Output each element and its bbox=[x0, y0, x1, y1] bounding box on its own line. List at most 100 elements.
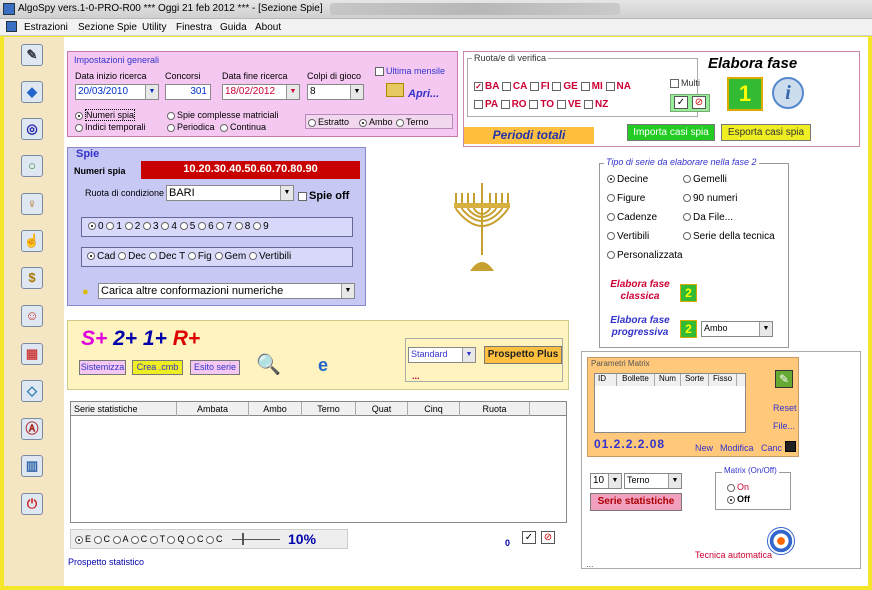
ultima-mensile-checkbox[interactable] bbox=[375, 67, 384, 77]
target-icon[interactable] bbox=[767, 527, 795, 555]
serie-statistiche-button[interactable]: Serie statistiche bbox=[590, 493, 682, 511]
radio-cad[interactable]: Cad bbox=[87, 251, 115, 262]
col-serie[interactable]: Serie statistiche bbox=[71, 402, 177, 416]
prospetto-plus-button[interactable]: Prospetto Plus bbox=[484, 346, 562, 364]
radio-dec-t[interactable]: Dec T bbox=[148, 251, 185, 262]
radio-dot[interactable] bbox=[75, 535, 83, 544]
menu-about[interactable]: About bbox=[255, 22, 281, 33]
radio-digit-8[interactable]: 8 bbox=[234, 221, 250, 232]
radio-serie-tecnica[interactable]: Serie della tecnica bbox=[683, 231, 775, 242]
radio-figure[interactable]: Figure bbox=[607, 193, 645, 204]
save-icon[interactable] bbox=[785, 441, 796, 452]
radio-dot[interactable] bbox=[93, 535, 102, 544]
radio-digit-6[interactable]: 6 bbox=[198, 221, 214, 232]
radio-dot[interactable] bbox=[216, 222, 225, 231]
grid-icon[interactable]: ▦ bbox=[21, 343, 43, 365]
people-icon[interactable]: ☺ bbox=[21, 305, 43, 327]
esporta-casi-spia-button[interactable]: Esporta casi spia bbox=[721, 124, 811, 141]
radio-dot[interactable] bbox=[88, 222, 96, 231]
radio-dot[interactable] bbox=[161, 222, 170, 231]
data-inizio-combo[interactable]: 20/03/2010 ▼ bbox=[75, 84, 159, 100]
radio-dot[interactable] bbox=[359, 118, 367, 127]
ruota-mi[interactable]: MI bbox=[580, 81, 603, 92]
ruota-fi[interactable]: FI bbox=[529, 81, 550, 92]
ring-icon[interactable]: ○ bbox=[21, 155, 43, 177]
radio-digit-2[interactable]: 2 bbox=[124, 221, 140, 232]
hand-icon[interactable]: ☝ bbox=[21, 230, 43, 252]
multi-checkbox[interactable]: Multi bbox=[670, 78, 700, 89]
apri-link[interactable]: Apri... bbox=[408, 88, 439, 100]
chevron-down-icon[interactable]: ▼ bbox=[341, 284, 354, 298]
ruota-pa[interactable]: PA bbox=[474, 99, 498, 110]
radio-dot[interactable] bbox=[220, 123, 228, 132]
radio-digit-0[interactable]: 0 bbox=[88, 221, 104, 232]
ruota-ca-checkbox[interactable] bbox=[501, 81, 511, 91]
radio-e[interactable]: E bbox=[75, 534, 91, 544]
matrix-sorte-combo[interactable]: Terno ▼ bbox=[624, 473, 682, 489]
radio-dot[interactable] bbox=[187, 252, 196, 261]
matrix-book-icon[interactable]: ✎ bbox=[775, 370, 793, 388]
radio-t[interactable]: T bbox=[149, 534, 165, 544]
radio-vertibili-serie[interactable]: Vertibili bbox=[607, 231, 649, 242]
canc-link[interactable]: Canc bbox=[761, 443, 782, 453]
ruota-ge-checkbox[interactable] bbox=[552, 81, 562, 91]
radio-gemelli[interactable]: Gemelli bbox=[683, 174, 727, 185]
crea-cmb-button[interactable]: Crea .cmb bbox=[132, 360, 183, 375]
ruota-ro-checkbox[interactable] bbox=[500, 99, 510, 109]
diamond-icon[interactable]: ◆ bbox=[21, 81, 43, 103]
chevron-down-icon[interactable]: ▼ bbox=[350, 85, 363, 99]
importa-casi-spia-button[interactable]: Importa casi spia bbox=[627, 124, 715, 141]
radio-dot[interactable] bbox=[206, 535, 214, 544]
radio-dot[interactable] bbox=[683, 232, 691, 241]
concorsi-field[interactable]: 301 bbox=[165, 84, 211, 100]
radio-dot[interactable] bbox=[124, 222, 133, 231]
menu-icon[interactable] bbox=[6, 21, 17, 32]
radio-c2[interactable]: C bbox=[130, 534, 147, 544]
ruota-na-checkbox[interactable] bbox=[605, 81, 615, 91]
radio-dot[interactable] bbox=[87, 252, 95, 261]
radio-dot[interactable] bbox=[130, 535, 139, 544]
radio-dot[interactable] bbox=[149, 535, 158, 544]
radio-dot[interactable] bbox=[148, 252, 157, 261]
multi-box[interactable] bbox=[670, 79, 679, 89]
data-fine-combo[interactable]: 18/02/2012 ▼ bbox=[222, 84, 300, 100]
radio-dot[interactable] bbox=[75, 123, 83, 132]
ruota-ve[interactable]: VE bbox=[556, 99, 581, 110]
radio-continua[interactable]: Continua bbox=[220, 122, 266, 132]
radio-dot[interactable] bbox=[214, 252, 223, 261]
col-ambata[interactable]: Ambata bbox=[177, 402, 249, 416]
menu-guida[interactable]: Guida bbox=[220, 22, 247, 33]
letter-a-icon[interactable]: Ⓐ bbox=[21, 418, 43, 440]
carica-combo[interactable]: Carica altre conformazioni numeriche ▼ bbox=[98, 283, 355, 299]
chevron-down-icon[interactable]: ▼ bbox=[608, 474, 621, 488]
menu-estrazioni[interactable]: Estrazioni bbox=[24, 22, 68, 33]
radio-dot[interactable] bbox=[727, 483, 735, 492]
colpi-combo[interactable]: 8 ▼ bbox=[307, 84, 364, 100]
radio-dot[interactable] bbox=[607, 194, 615, 203]
deselect-icon[interactable]: ⊘ bbox=[692, 96, 706, 109]
col-quat[interactable]: Quat bbox=[356, 402, 408, 416]
radio-c3[interactable]: C bbox=[186, 534, 203, 544]
clear-icon[interactable]: ⊘ bbox=[541, 531, 555, 544]
radio-dot[interactable] bbox=[106, 222, 115, 231]
standard-combo[interactable]: Standard ▼ bbox=[408, 347, 476, 363]
reset-link[interactable]: Reset bbox=[773, 403, 797, 413]
radio-numeri-spia[interactable]: Numeri spia bbox=[75, 109, 136, 121]
ruota-ba-checkbox[interactable]: ✓ bbox=[474, 81, 483, 91]
radio-personalizzata[interactable]: Personalizzata bbox=[607, 250, 683, 261]
ruota-condizione-combo[interactable]: BARI ▼ bbox=[166, 185, 294, 201]
radio-dot[interactable] bbox=[308, 118, 316, 127]
radio-dot[interactable] bbox=[683, 213, 691, 222]
radio-ambo[interactable]: Ambo bbox=[359, 117, 393, 127]
spie-off-checkbox[interactable]: Spie off bbox=[298, 190, 349, 202]
radio-estratto[interactable]: Estratto bbox=[308, 117, 349, 127]
magnifier-icon[interactable]: 🔍 bbox=[256, 352, 281, 376]
ruota-ge[interactable]: GE bbox=[552, 81, 578, 92]
radio-dot[interactable] bbox=[607, 213, 615, 222]
modifica-link[interactable]: Modifica bbox=[720, 443, 754, 453]
periodi-totali-button[interactable]: Periodi totali bbox=[464, 127, 594, 144]
radio-dot[interactable] bbox=[75, 111, 83, 120]
chevron-down-icon[interactable]: ▼ bbox=[286, 85, 299, 99]
radio-dot[interactable] bbox=[143, 222, 152, 231]
dollar-icon[interactable]: $ bbox=[21, 267, 43, 289]
